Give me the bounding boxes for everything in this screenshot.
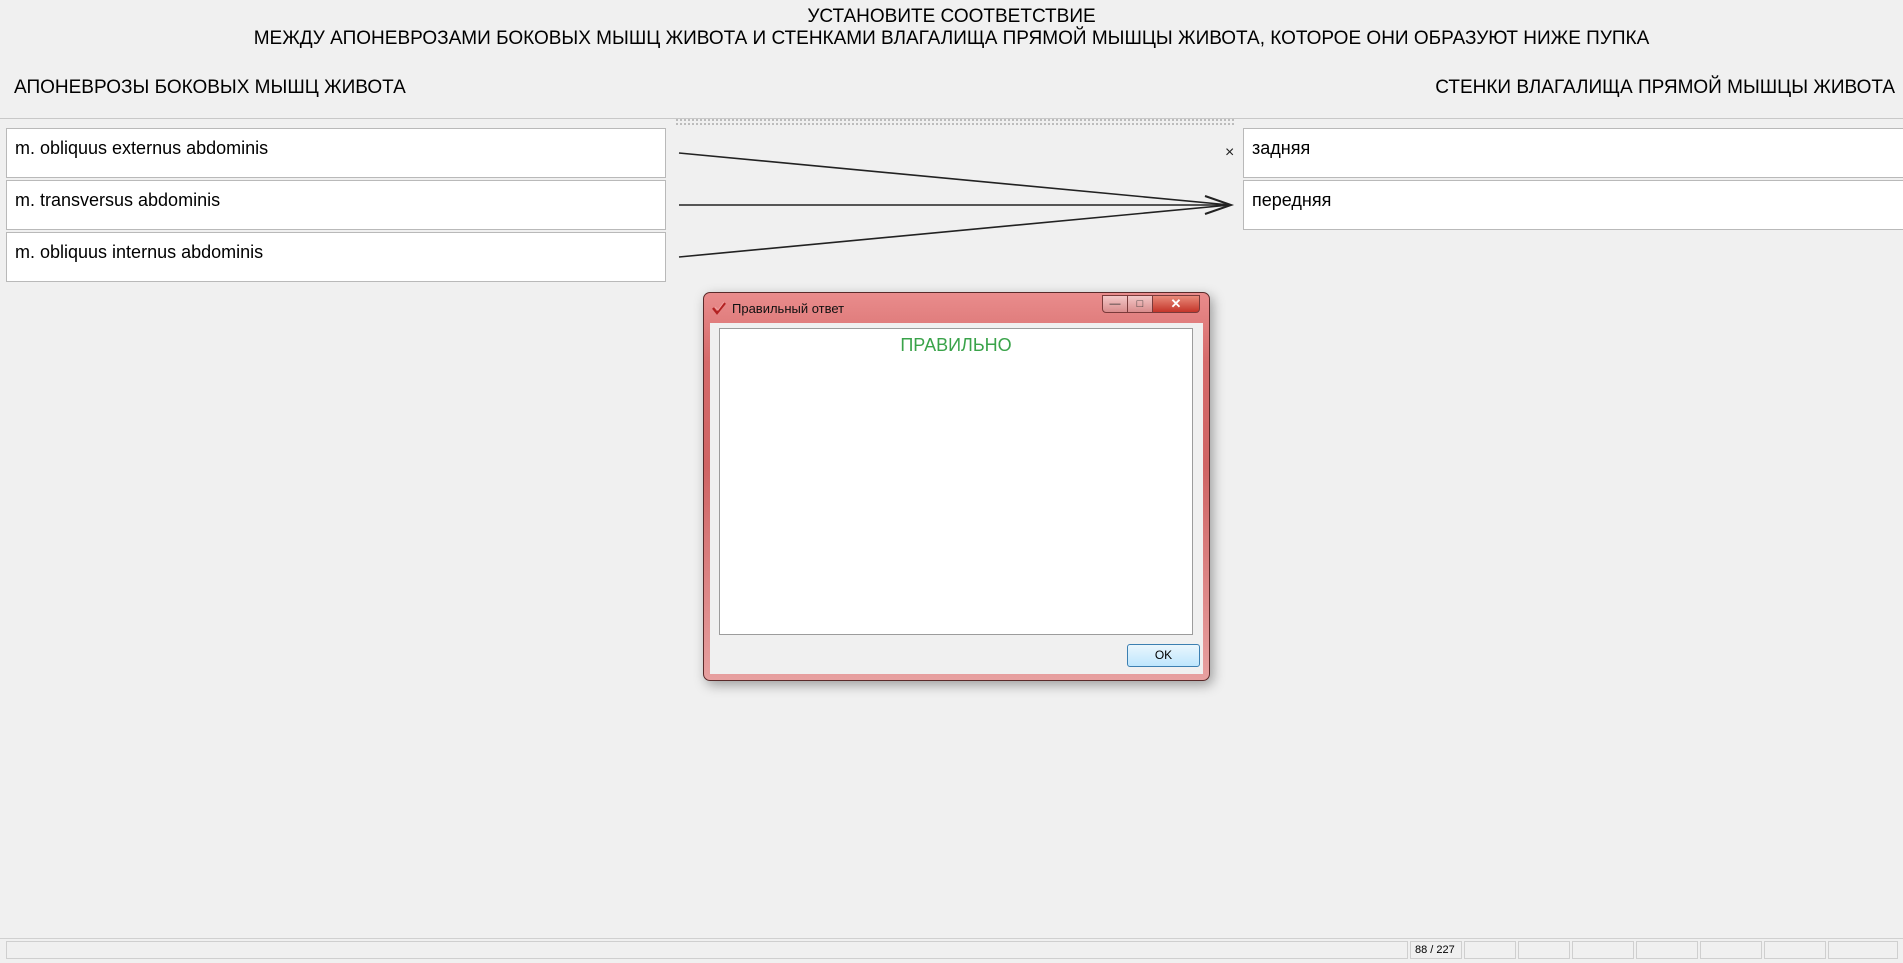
minimize-icon[interactable]: — — [1102, 295, 1128, 313]
status-cell — [1518, 941, 1570, 959]
result-message: ПРАВИЛЬНО — [900, 335, 1012, 355]
maximize-icon[interactable]: □ — [1127, 295, 1153, 313]
close-icon[interactable]: ✕ — [1152, 295, 1200, 313]
status-cell-main — [6, 941, 1408, 959]
status-cell — [1636, 941, 1698, 959]
status-cell — [1700, 941, 1762, 959]
status-cell — [1828, 941, 1898, 959]
checkmark-app-icon — [712, 301, 726, 315]
status-counter: 88 / 227 — [1410, 941, 1462, 959]
connection-line-1 — [678, 152, 1231, 206]
status-bar: 88 / 227 — [0, 938, 1903, 963]
connection-lines — [678, 152, 1235, 258]
status-cell — [1764, 941, 1826, 959]
dialog-body: ПРАВИЛЬНО OK — [710, 323, 1203, 674]
correct-answer-dialog: Правильный ответ — □ ✕ ПРАВИЛЬНО OK — [703, 292, 1210, 681]
status-cell — [1572, 941, 1634, 959]
connection-line-3 — [678, 204, 1231, 258]
status-cell — [1464, 941, 1516, 959]
dialog-message-area: ПРАВИЛЬНО — [719, 328, 1193, 635]
dialog-title: Правильный ответ — [732, 301, 845, 316]
ok-button[interactable]: OK — [1127, 644, 1200, 667]
